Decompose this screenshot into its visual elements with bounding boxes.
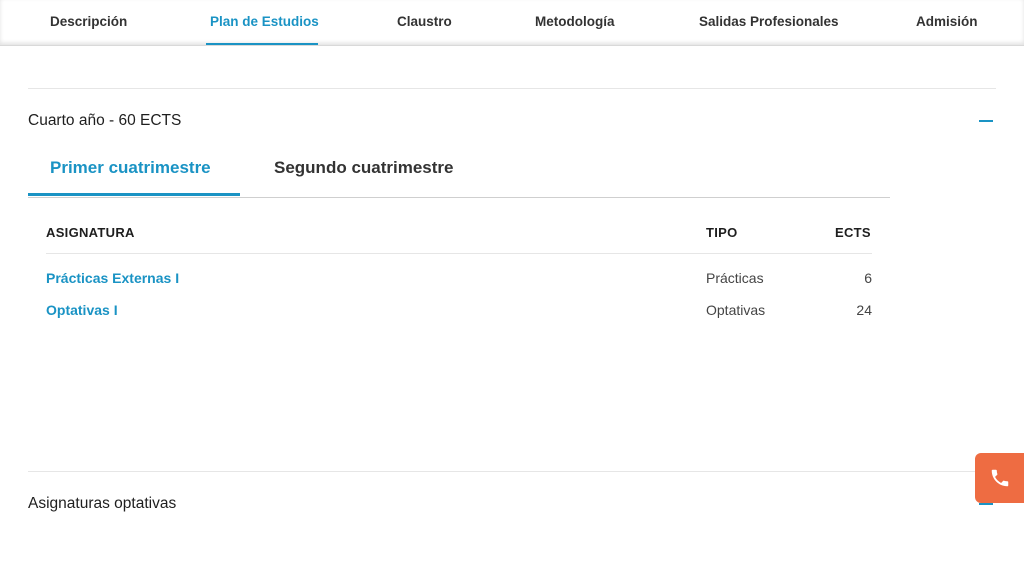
call-button[interactable] xyxy=(975,453,1024,503)
minus-icon[interactable] xyxy=(979,120,993,122)
phone-icon xyxy=(991,469,1008,487)
tab-primer-cuatrimestre[interactable]: Primer cuatrimestre xyxy=(50,158,211,178)
nav-salidas-profesionales[interactable]: Salidas Profesionales xyxy=(699,0,839,46)
table-header-divider xyxy=(46,253,872,254)
nav-plan-de-estudios[interactable]: Plan de Estudios xyxy=(210,0,319,46)
minus-icon[interactable] xyxy=(979,503,993,505)
section-title[interactable]: Cuarto año - 60 ECTS xyxy=(28,112,181,130)
nav-claustro[interactable]: Claustro xyxy=(397,0,452,46)
subject-link-optativas[interactable]: Optativas I xyxy=(46,302,118,318)
row-ects: 24 xyxy=(856,302,872,318)
tab-active-indicator xyxy=(28,193,240,196)
header-tipo: TIPO xyxy=(706,225,738,240)
nav-descripcion[interactable]: Descripción xyxy=(50,0,127,46)
tab-segundo-cuatrimestre[interactable]: Segundo cuatrimestre xyxy=(274,158,454,178)
nav-metodologia[interactable]: Metodología xyxy=(535,0,615,46)
optional-section-divider xyxy=(28,471,996,472)
nav-admision[interactable]: Admisión xyxy=(916,0,978,46)
header-asignatura: ASIGNATURA xyxy=(46,225,135,240)
subject-link-practicas-externas[interactable]: Prácticas Externas I xyxy=(46,270,179,286)
nav-active-indicator xyxy=(206,43,318,45)
row-type: Optativas xyxy=(706,302,766,318)
section-top-divider xyxy=(28,88,996,89)
top-navigation: Descripción Plan de Estudios Claustro Me… xyxy=(0,0,1024,46)
row-ects: 6 xyxy=(864,270,872,286)
tabs-divider xyxy=(28,197,890,198)
row-type: Prácticas xyxy=(706,270,764,286)
optional-section-title[interactable]: Asignaturas optativas xyxy=(28,495,176,513)
header-ects: ECTS xyxy=(835,225,871,240)
